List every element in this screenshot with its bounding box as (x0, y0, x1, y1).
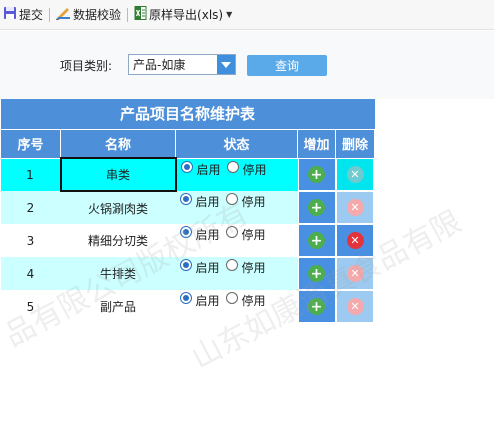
save-disk-icon (3, 6, 17, 23)
plus-circle-icon: + (308, 199, 325, 216)
table-title-row: 产品项目名称维护表 (0, 99, 375, 129)
pencil-ruler-icon (56, 6, 71, 23)
x-circle-icon: ✕ (346, 199, 364, 216)
disable-radio[interactable] (225, 193, 238, 205)
plus-circle-icon: + (308, 166, 325, 184)
export-dropdown[interactable]: 原样导出(xls) ▼ (131, 4, 235, 26)
category-select-value: 产品-如康 (133, 58, 186, 72)
plus-circle-icon: + (308, 298, 325, 315)
row-index: 2 (0, 191, 61, 224)
row-name-cell[interactable]: 火锅涮肉类 (60, 191, 176, 224)
enable-label: 启用 (196, 162, 221, 177)
toolbar-divider (127, 7, 129, 22)
row-status-cell: 启用 停用 (175, 257, 298, 290)
submit-label: 提交 (19, 8, 44, 22)
delete-row-button[interactable]: ✕ (337, 291, 373, 322)
row-name-cell[interactable]: 牛排类 (60, 257, 176, 290)
add-row-button[interactable]: + (298, 225, 335, 256)
product-item-table: 产品项目名称维护表 序号 名称 状态 增加 删除 1 串类 启用 停用 + ✕ … (0, 99, 376, 323)
table-row: 1 串类 启用 停用 + ✕ (0, 157, 375, 192)
disable-label: 停用 (241, 294, 266, 308)
row-name-cell[interactable]: 精细分切类 (60, 224, 176, 257)
export-label: 原样导出(xls) (149, 8, 224, 22)
row-index: 5 (0, 290, 61, 323)
row-index: 4 (0, 257, 61, 290)
header-name: 名称 (60, 128, 176, 159)
x-circle-icon: ✕ (346, 265, 364, 282)
delete-cell: ✕ (335, 158, 375, 191)
table-header-row: 序号 名称 状态 增加 删除 (0, 128, 376, 159)
enable-label: 启用 (195, 195, 220, 209)
enable-radio[interactable] (179, 226, 192, 238)
header-delete: 删除 (334, 128, 376, 159)
x-circle-icon: ✕ (346, 232, 364, 249)
disable-radio[interactable] (225, 259, 238, 271)
validate-button[interactable]: 数据校验 (53, 4, 124, 26)
disable-label: 停用 (241, 195, 266, 209)
toolbar: 提交 数据校验 原样导出(xls) ▼ (0, 0, 494, 30)
add-row-button[interactable]: + (298, 159, 335, 191)
add-row-button[interactable]: + (298, 192, 335, 223)
delete-cell: ✕ (335, 257, 375, 290)
table-row: 5 副产品 启用 停用 + ✕ (0, 290, 375, 323)
enable-radio[interactable] (179, 193, 192, 205)
add-cell: + (297, 290, 336, 323)
validate-label: 数据校验 (73, 8, 122, 22)
row-name-cell[interactable]: 串类 (59, 157, 177, 192)
delete-cell: ✕ (335, 191, 375, 224)
submit-button[interactable]: 提交 (0, 4, 46, 26)
table-row: 3 精细分切类 启用 停用 + ✕ (0, 224, 375, 257)
category-label: 项目类别: (60, 59, 113, 73)
enable-label: 启用 (195, 228, 220, 242)
header-status: 状态 (175, 128, 298, 159)
search-button[interactable]: 查询 (247, 55, 327, 76)
delete-row-button[interactable]: ✕ (337, 192, 373, 223)
header-index: 序号 (0, 128, 61, 159)
delete-row-button[interactable]: ✕ (337, 159, 373, 191)
disable-radio[interactable] (225, 292, 238, 304)
row-name-cell[interactable]: 副产品 (60, 290, 176, 323)
disable-radio[interactable] (225, 226, 238, 238)
add-cell: + (297, 224, 336, 257)
plus-circle-icon: + (308, 232, 325, 249)
delete-cell: ✕ (335, 290, 375, 323)
delete-row-button[interactable]: ✕ (337, 225, 373, 256)
disable-label: 停用 (241, 228, 266, 242)
add-row-button[interactable]: + (298, 258, 335, 289)
row-status-cell: 启用 停用 (175, 290, 298, 323)
toolbar-divider (49, 7, 51, 22)
enable-radio[interactable] (179, 292, 192, 304)
enable-radio[interactable] (179, 259, 192, 271)
disable-label: 停用 (242, 162, 267, 177)
plus-circle-icon: + (308, 265, 325, 282)
delete-cell: ✕ (335, 224, 375, 257)
x-circle-icon: ✕ (346, 166, 364, 184)
row-status-cell: 启用 停用 (175, 191, 298, 224)
table-title: 产品项目名称维护表 (0, 99, 375, 129)
table-row: 2 火锅涮肉类 启用 停用 + ✕ (0, 191, 375, 224)
category-select[interactable]: 产品-如康 (128, 54, 236, 75)
disable-radio[interactable] (226, 160, 239, 173)
row-status-cell: 启用 停用 (175, 158, 298, 191)
x-circle-icon: ✕ (346, 298, 364, 315)
enable-label: 启用 (195, 261, 220, 275)
add-cell: + (297, 158, 336, 191)
add-row-button[interactable]: + (298, 291, 335, 322)
row-status-cell: 启用 停用 (175, 224, 298, 257)
add-cell: + (297, 191, 336, 224)
excel-file-icon (134, 6, 147, 23)
row-index: 3 (0, 224, 61, 257)
delete-row-button[interactable]: ✕ (337, 258, 373, 289)
disable-label: 停用 (241, 261, 266, 275)
enable-radio[interactable] (180, 160, 193, 173)
row-index: 1 (0, 158, 61, 191)
add-cell: + (297, 257, 336, 290)
enable-label: 启用 (195, 294, 220, 308)
table-row: 4 牛排类 启用 停用 + ✕ (0, 257, 375, 290)
chevron-down-icon[interactable] (217, 55, 235, 74)
header-add: 增加 (297, 128, 336, 159)
caret-down-icon: ▼ (226, 10, 233, 19)
query-panel: 项目类别: 产品-如康 查询 (0, 31, 494, 99)
